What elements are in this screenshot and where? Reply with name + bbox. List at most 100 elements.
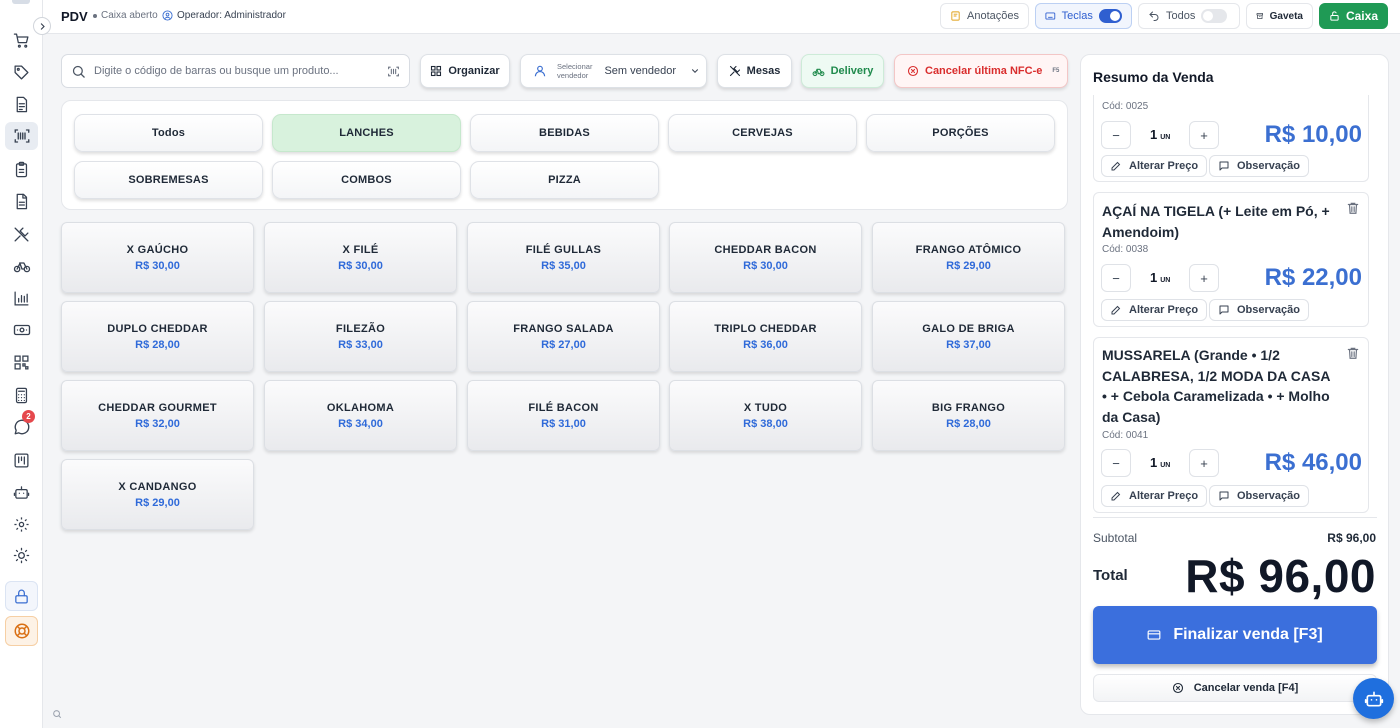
product-name: X TUDO — [743, 401, 788, 414]
delivery-button[interactable]: Delivery — [801, 54, 884, 88]
finalize-sale-button[interactable]: Finalizar venda [F3] — [1093, 606, 1377, 664]
change-price-button[interactable]: Alterar Preço — [1101, 299, 1208, 321]
product-name: FILÉ BACON — [528, 401, 599, 414]
decrease-qty-button[interactable]: − — [1101, 449, 1131, 477]
product-price: R$ 37,00 — [946, 338, 991, 351]
tables-label: Mesas — [746, 65, 781, 77]
tables-button[interactable]: Mesas — [717, 54, 792, 88]
item-price: R$ 10,00 — [1264, 121, 1362, 148]
product-card[interactable]: CHEDDAR BACON R$ 30,00 — [669, 222, 862, 293]
decrease-qty-button[interactable]: − — [1101, 121, 1131, 149]
category-lanches[interactable]: LANCHES — [272, 114, 461, 152]
product-card[interactable]: X FILÉ R$ 30,00 — [264, 222, 457, 293]
cancel-sale-button[interactable]: Cancelar venda [F4] — [1093, 674, 1377, 702]
product-card[interactable]: X CANDANGO R$ 29,00 — [61, 459, 254, 530]
product-price: R$ 32,00 — [135, 417, 180, 430]
seller-select[interactable]: Selecionar vendedor Sem vendedor — [520, 54, 707, 88]
gear-icon[interactable] — [5, 510, 38, 538]
utensils-icon[interactable] — [5, 220, 38, 248]
subtotal-label: Subtotal — [1093, 531, 1138, 545]
bar-chart-icon[interactable] — [5, 284, 38, 312]
pencil-icon — [1111, 161, 1121, 171]
kanban-icon[interactable] — [5, 446, 38, 474]
increase-qty-button[interactable]: + — [1189, 264, 1219, 292]
product-card[interactable]: FRANGO SALADA R$ 27,00 — [467, 301, 660, 372]
cancel-nfce-button[interactable]: Cancelar última NFC-e F5 — [894, 54, 1068, 88]
product-card[interactable]: GALO DE BRIGA R$ 37,00 — [872, 301, 1065, 372]
keys-button[interactable]: Teclas — [1035, 3, 1132, 29]
item-qty-unit: UN — [1160, 134, 1171, 141]
product-card[interactable]: OKLAHOMA R$ 34,00 — [264, 380, 457, 451]
product-name: X CANDANGO — [118, 480, 197, 493]
lifebuoy-icon[interactable] — [5, 616, 38, 646]
scan-icon[interactable] — [387, 65, 400, 78]
increase-qty-button[interactable]: + — [1189, 121, 1219, 149]
category-combos[interactable]: COMBOS — [272, 161, 461, 199]
credit-card-icon — [1147, 630, 1161, 640]
robot-icon — [1364, 691, 1383, 706]
notes-button[interactable]: Anotações — [940, 3, 1029, 29]
change-price-button[interactable]: Alterar Preço — [1101, 485, 1208, 507]
cash-icon[interactable] — [5, 316, 38, 344]
tag-icon[interactable] — [5, 58, 38, 86]
search-input[interactable] — [94, 65, 387, 77]
sun-icon[interactable] — [5, 541, 38, 569]
cash-register-button[interactable]: Caixa — [1319, 3, 1388, 29]
product-card[interactable]: FRANGO ATÔMICO R$ 29,00 — [872, 222, 1065, 293]
note-button[interactable]: Observação — [1209, 299, 1309, 321]
change-price-button[interactable]: Alterar Preço — [1101, 155, 1208, 177]
all-button[interactable]: Todos — [1138, 3, 1240, 29]
page-title: PDV — [61, 9, 88, 24]
file-icon[interactable] — [5, 187, 38, 215]
note-button[interactable]: Observação — [1209, 155, 1309, 177]
product-card[interactable]: DUPLO CHEDDAR R$ 28,00 — [61, 301, 254, 372]
chat-icon[interactable]: 2 — [5, 410, 38, 441]
finalize-sale-label: Finalizar venda [F3] — [1173, 626, 1323, 643]
category-sobremesas[interactable]: SOBREMESAS — [74, 161, 263, 199]
calculator-icon[interactable] — [5, 381, 38, 409]
qr-code-icon[interactable] — [5, 348, 38, 376]
bicycle-icon[interactable] — [5, 252, 38, 280]
product-search[interactable] — [61, 54, 410, 88]
organize-button[interactable]: Organizar — [420, 54, 510, 88]
category-bebidas[interactable]: BEBIDAS — [470, 114, 659, 152]
robot-icon[interactable] — [5, 478, 38, 506]
assistant-bot-button[interactable] — [1353, 678, 1394, 719]
undo-icon — [1149, 11, 1159, 21]
chevron-down-icon — [691, 69, 699, 73]
keys-toggle[interactable] — [1098, 9, 1122, 23]
clipboard-icon[interactable] — [5, 155, 38, 183]
cart-item: MUSSARELA (Grande • 1/2 CALABRESA, 1/2 M… — [1093, 337, 1369, 513]
product-price: R$ 30,00 — [743, 259, 788, 272]
lock-icon[interactable] — [5, 581, 38, 611]
decrease-qty-button[interactable]: − — [1101, 264, 1131, 292]
product-card[interactable]: FILÉ GULLAS R$ 35,00 — [467, 222, 660, 293]
category-todos[interactable]: Todos — [74, 114, 263, 152]
note-button[interactable]: Observação — [1209, 485, 1309, 507]
product-card[interactable]: TRIPLO CHEDDAR R$ 36,00 — [669, 301, 862, 372]
message-square-icon — [1219, 491, 1229, 501]
drawer-button[interactable]: Gaveta — [1246, 3, 1313, 29]
document-icon[interactable] — [5, 90, 38, 118]
category-porcoes[interactable]: PORÇÕES — [866, 114, 1055, 152]
product-card[interactable]: FILEZÃO R$ 33,00 — [264, 301, 457, 372]
product-card[interactable]: FILÉ BACON R$ 31,00 — [467, 380, 660, 451]
product-name: CHEDDAR BACON — [714, 243, 817, 256]
category-pizza[interactable]: PIZZA — [470, 161, 659, 199]
increase-qty-button[interactable]: + — [1189, 449, 1219, 477]
pencil-icon — [1111, 305, 1121, 315]
category-cervejas[interactable]: CERVEJAS — [668, 114, 857, 152]
barcode-icon[interactable] — [5, 122, 38, 150]
product-card[interactable]: X GAÚCHO R$ 30,00 — [61, 222, 254, 293]
product-name: DUPLO CHEDDAR — [107, 322, 208, 335]
cart-item: AÇAÍ NA TIGELA (+ Leite em Pó, + Amendoi… — [1093, 192, 1369, 327]
product-card[interactable]: BIG FRANGO R$ 28,00 — [872, 380, 1065, 451]
product-card[interactable]: CHEDDAR GOURMET R$ 32,00 — [61, 380, 254, 451]
item-qty-value: 1 — [1150, 270, 1158, 285]
all-toggle[interactable] — [1201, 9, 1228, 23]
product-card[interactable]: X TUDO R$ 38,00 — [669, 380, 862, 451]
trash-icon[interactable] — [1346, 201, 1360, 215]
trash-icon[interactable] — [1346, 346, 1360, 360]
sidebar-toggle-button[interactable] — [33, 17, 51, 35]
item-quantity: 1 UN — [1150, 270, 1170, 285]
